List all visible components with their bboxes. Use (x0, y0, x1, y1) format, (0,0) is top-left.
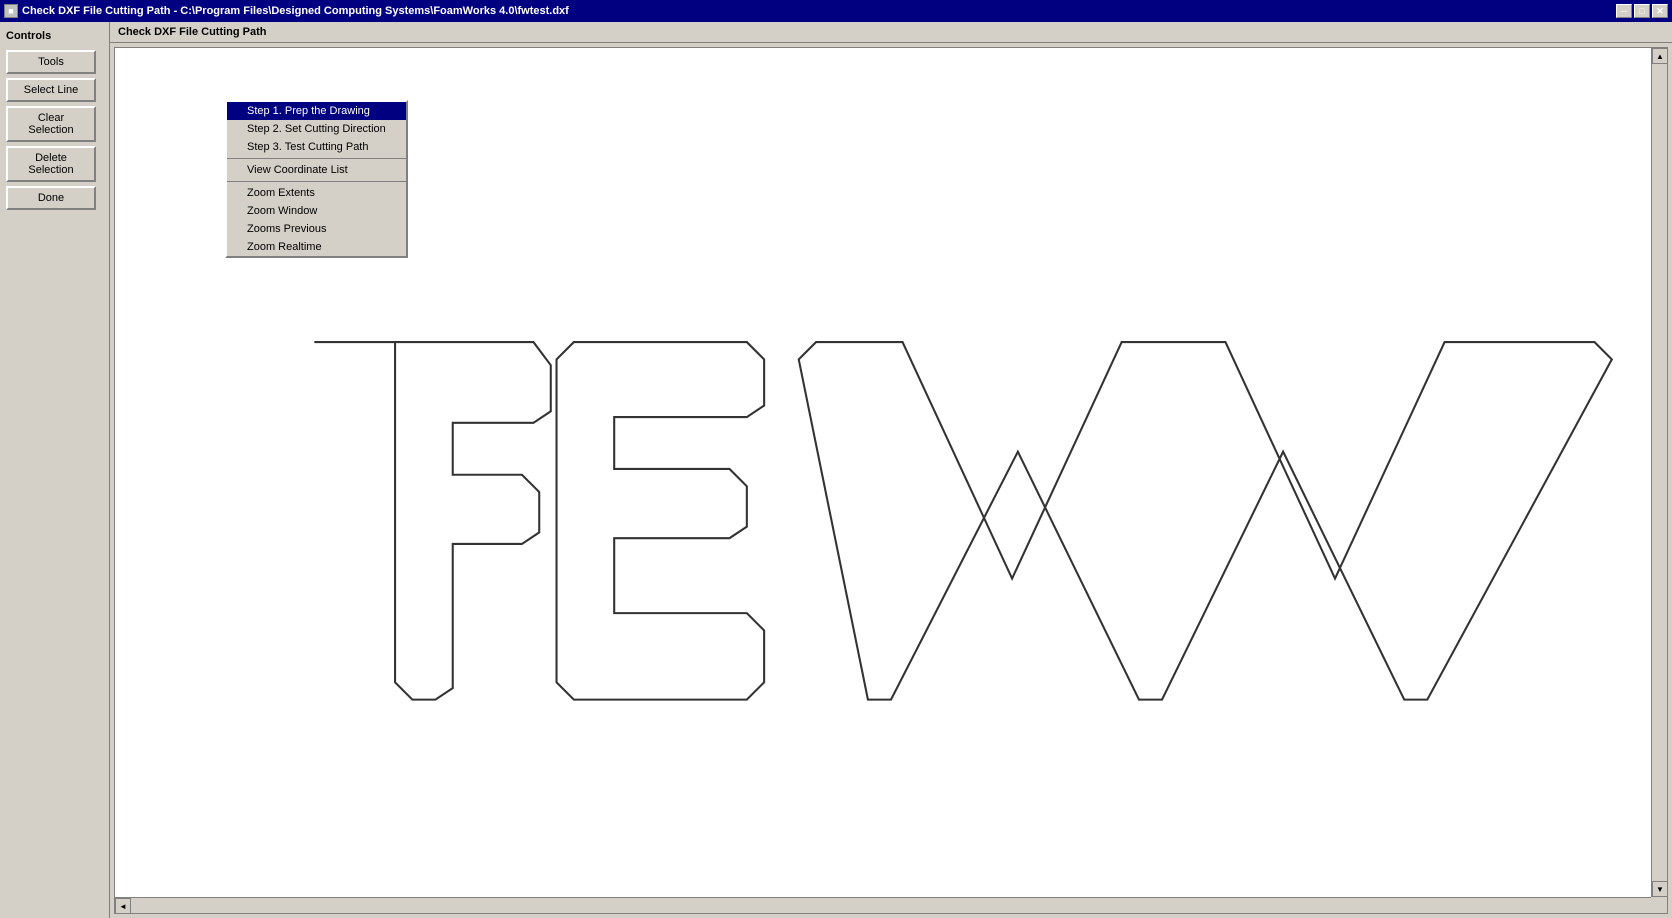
scroll-up-button[interactable]: ▲ (1652, 48, 1668, 64)
clear-selection-button[interactable]: Clear Selection (6, 106, 96, 142)
main-panel: Check DXF File Cutting Path (110, 22, 1672, 918)
panel-title: Check DXF File Cutting Path (110, 22, 1672, 43)
app-icon: ■ (4, 4, 18, 18)
vertical-scrollbar[interactable]: ▲ ▼ (1651, 48, 1667, 897)
done-button[interactable]: Done (6, 186, 96, 210)
dropdown-zooms-previous[interactable]: Zooms Previous (227, 220, 406, 238)
select-line-button[interactable]: Select Line (6, 78, 96, 102)
dropdown-step3[interactable]: Step 3. Test Cutting Path (227, 138, 406, 156)
delete-selection-button[interactable]: Delete Selection (6, 146, 96, 182)
window-title: Check DXF File Cutting Path - C:\Program… (22, 5, 569, 17)
dropdown-zoom-window[interactable]: Zoom Window (227, 202, 406, 220)
drawing-area: ▲ ▼ ◄ Step 1. Prep the Drawing Step 2. S… (114, 47, 1668, 914)
menu-separator-2 (227, 181, 406, 182)
scroll-corner (1651, 897, 1667, 913)
sidebar: Controls Tools Select Line Clear Selecti… (0, 22, 110, 918)
close-button[interactable]: ✕ (1652, 4, 1668, 18)
sidebar-title: Controls (6, 30, 103, 42)
dropdown-zoom-realtime[interactable]: Zoom Realtime (227, 238, 406, 256)
minimize-button[interactable]: ─ (1616, 4, 1632, 18)
dropdown-menu: Step 1. Prep the Drawing Step 2. Set Cut… (225, 100, 408, 258)
menu-separator-1 (227, 158, 406, 159)
horizontal-scrollbar[interactable]: ◄ (115, 897, 1651, 913)
dropdown-view-coord[interactable]: View Coordinate List (227, 161, 406, 179)
scroll-left-button[interactable]: ◄ (115, 898, 131, 914)
dropdown-step1[interactable]: Step 1. Prep the Drawing (227, 102, 406, 120)
dropdown-zoom-extents[interactable]: Zoom Extents (227, 184, 406, 202)
scroll-down-button[interactable]: ▼ (1652, 881, 1668, 897)
maximize-button[interactable]: □ (1634, 4, 1650, 18)
title-bar: ■ Check DXF File Cutting Path - C:\Progr… (0, 0, 1672, 22)
dropdown-step2[interactable]: Step 2. Set Cutting Direction (227, 120, 406, 138)
tools-button[interactable]: Tools (6, 50, 96, 74)
